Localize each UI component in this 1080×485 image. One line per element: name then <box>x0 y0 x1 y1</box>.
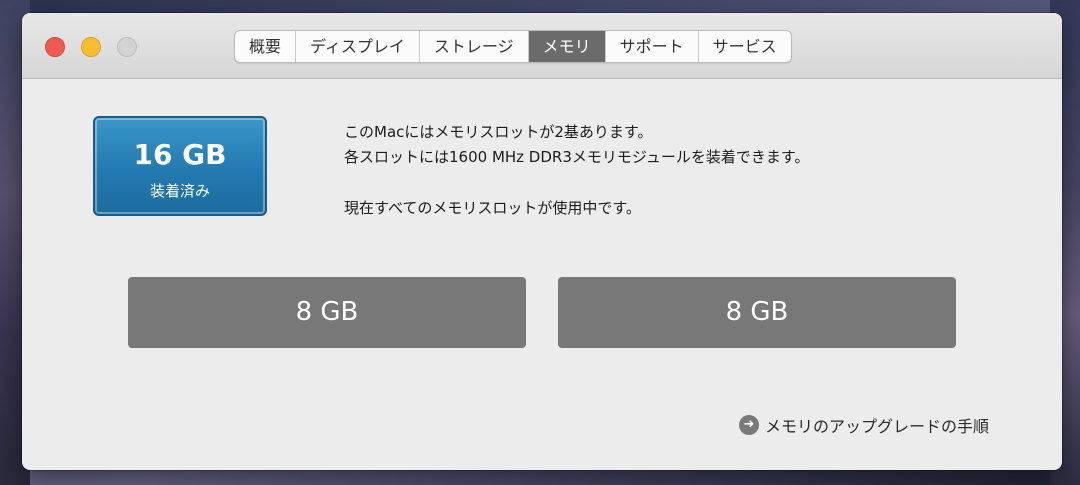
info-line-slots-in-use: 現在すべてのメモリスロットが使用中です。 <box>344 199 641 217</box>
upgrade-link-label: メモリのアップグレードの手順 <box>765 417 990 436</box>
memory-total-badge: 16 GB 装着済み <box>93 116 267 216</box>
memory-info-text: このMacにはメモリスロットが2基あります。 各スロットには1600 MHz D… <box>344 120 809 221</box>
tab-storage[interactable]: ストレージ <box>420 31 529 62</box>
about-this-mac-window: 概要 ディスプレイ ストレージ メモリ サポート サービス 16 GB 装着済み… <box>22 13 1062 470</box>
minimize-button[interactable] <box>81 37 101 57</box>
tab-service[interactable]: サービス <box>699 31 791 62</box>
title-bar: 概要 ディスプレイ ストレージ メモリ サポート サービス <box>22 13 1062 79</box>
memory-slot-2: 8 GB <box>558 277 956 348</box>
tab-memory[interactable]: メモリ <box>528 31 606 62</box>
tab-displays[interactable]: ディスプレイ <box>296 31 420 62</box>
tab-support[interactable]: サポート <box>606 31 699 62</box>
zoom-button[interactable] <box>117 37 137 57</box>
memory-total-size: 16 GB <box>133 138 227 171</box>
tab-bar: 概要 ディスプレイ ストレージ メモリ サポート サービス <box>234 30 792 63</box>
memory-slot-1: 8 GB <box>128 277 526 348</box>
info-line-module-spec: 各スロットには1600 MHz DDR3メモリモジュールを装着できます。 <box>344 148 810 166</box>
info-line-slot-count: このMacにはメモリスロットが2基あります。 <box>344 123 653 141</box>
memory-status-label: 装着済み <box>149 182 210 200</box>
memory-upgrade-instructions-link[interactable]: ➜ メモリのアップグレードの手順 <box>739 413 989 437</box>
tab-overview[interactable]: 概要 <box>235 31 297 62</box>
close-button[interactable] <box>45 37 65 57</box>
arrow-circle-right-icon: ➜ <box>739 415 759 435</box>
